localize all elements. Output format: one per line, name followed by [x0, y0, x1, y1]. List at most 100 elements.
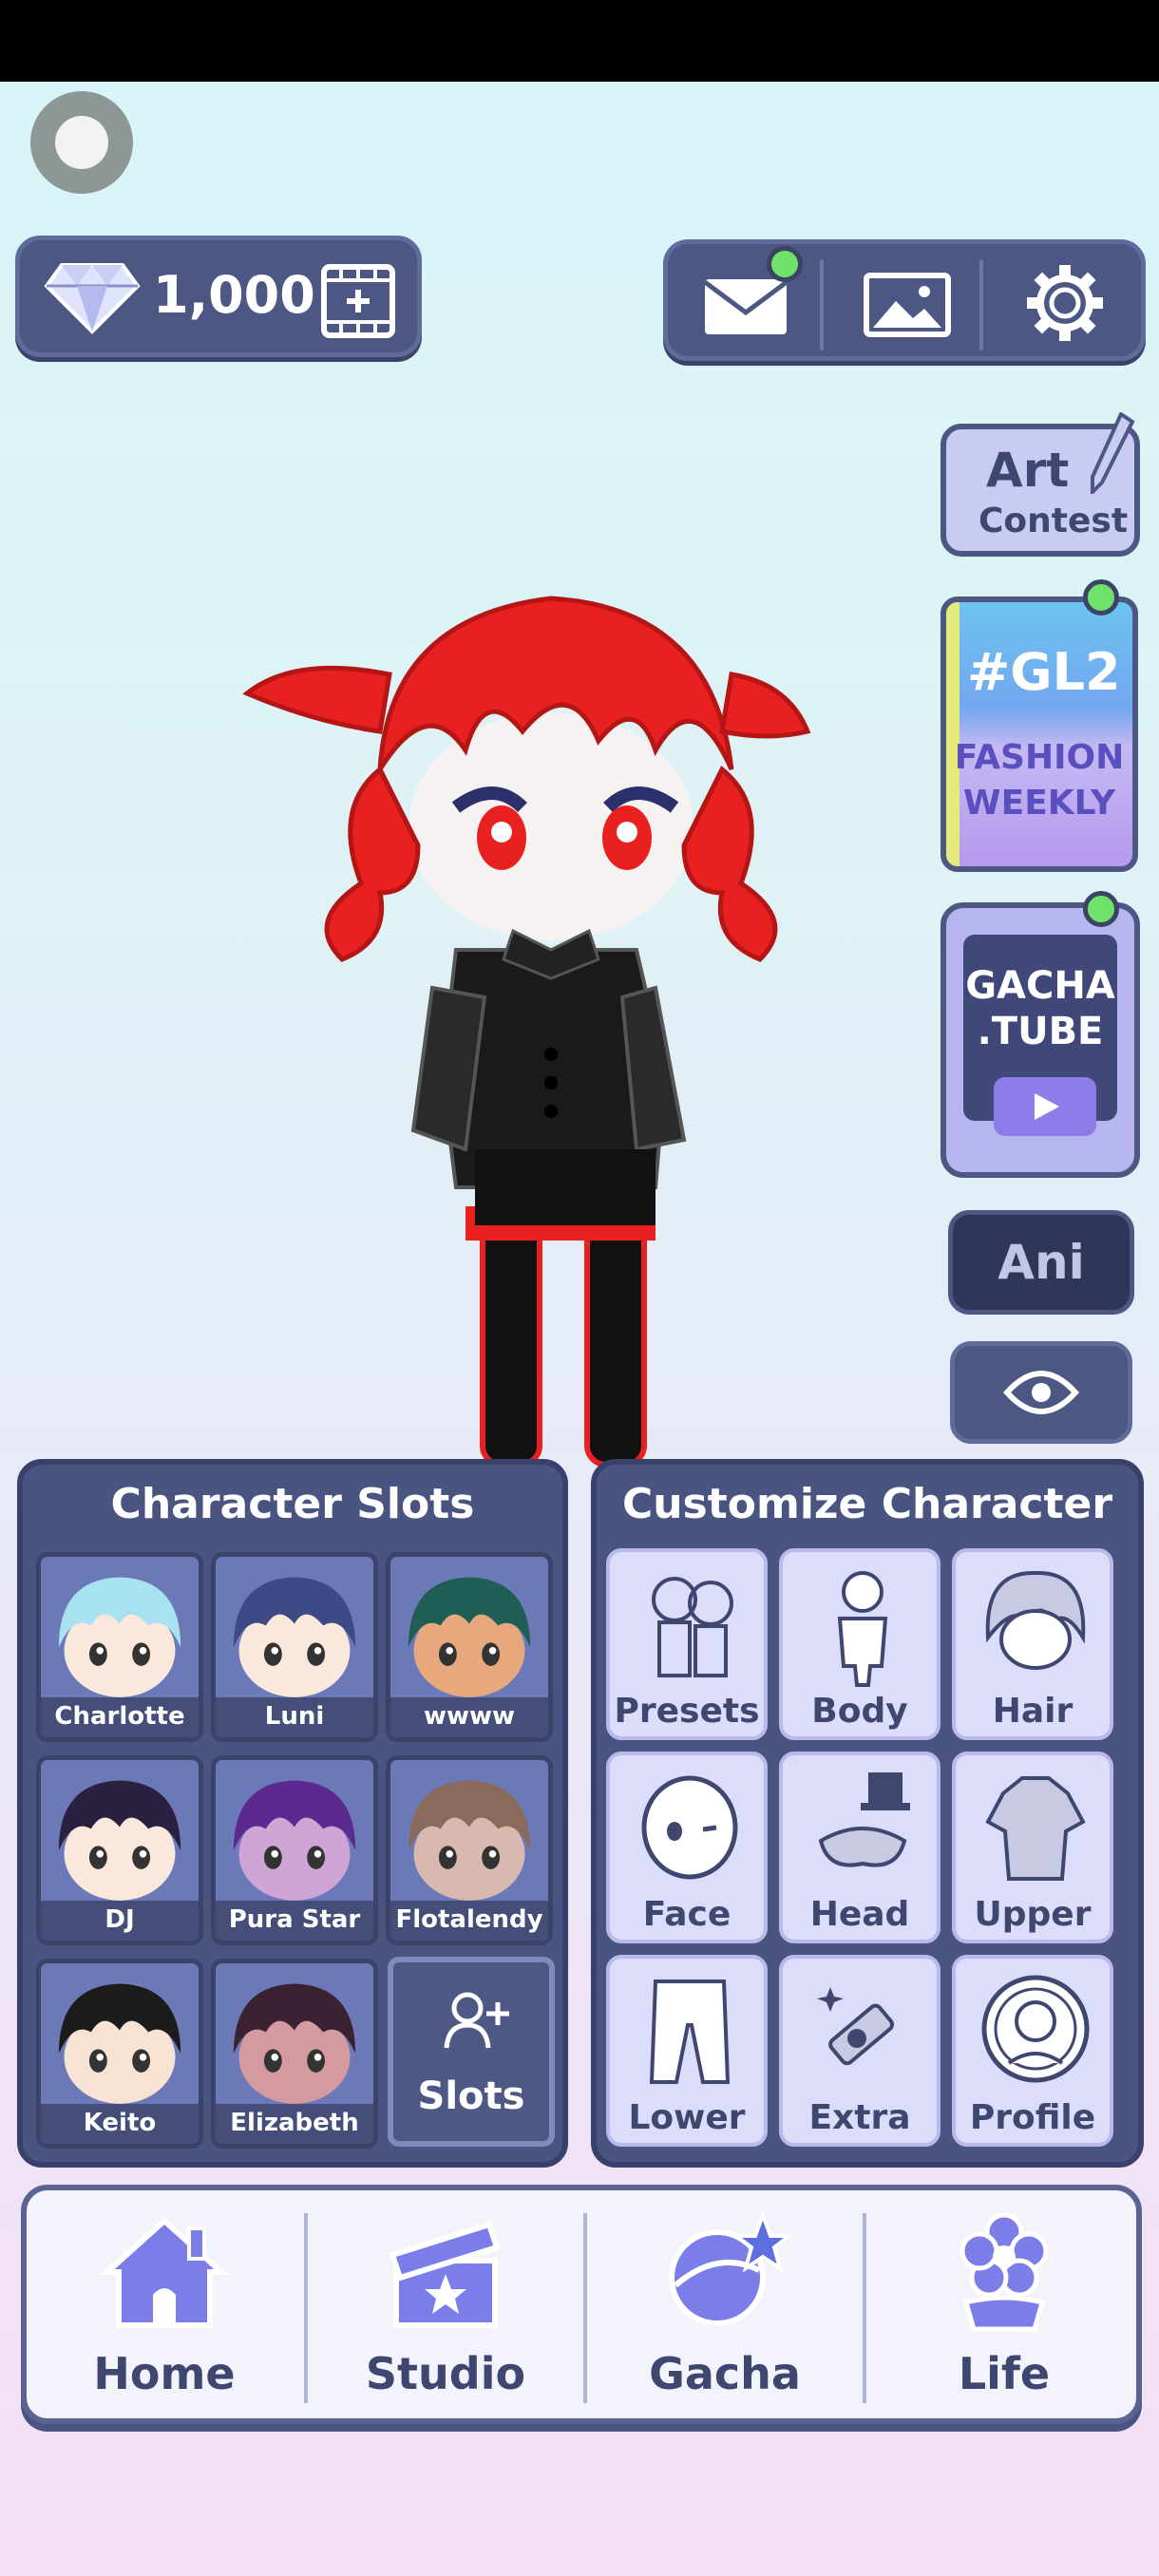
customize-head-button[interactable]: Head	[779, 1752, 940, 1943]
customize-label: Hair	[992, 1692, 1074, 1731]
tube-sublabel: .TUBE	[977, 1010, 1104, 1053]
customize-label: Extra	[808, 2098, 911, 2137]
nav-studio[interactable]: Studio	[308, 2190, 583, 2418]
mail-notification-dot	[767, 246, 803, 282]
add-slots-label: Slots	[417, 2074, 525, 2118]
character-slot[interactable]: wwww	[386, 1552, 553, 1742]
house-icon	[100, 2216, 229, 2328]
customize-presets-button[interactable]: Presets	[606, 1548, 768, 1740]
art-contest-sublabel: Contest	[978, 502, 1129, 540]
nav-home[interactable]: Home	[27, 2190, 302, 2418]
upper-icon	[985, 1776, 1086, 1881]
divider	[979, 259, 983, 350]
play-icon	[994, 1077, 1096, 1136]
nav-gacha-label: Gacha	[649, 2348, 801, 2399]
gem-counter-panel: 1,000	[15, 236, 422, 357]
tube-notification-dot	[1083, 891, 1119, 927]
nav-studio-label: Studio	[365, 2348, 526, 2399]
character-slot[interactable]: Luni	[211, 1552, 378, 1742]
flower-icon	[960, 2212, 1049, 2332]
animation-button[interactable]: Ani	[948, 1210, 1134, 1315]
gallery-icon[interactable]	[864, 273, 951, 337]
lower-icon	[649, 1979, 731, 2084]
customize-title: Customize Character	[621, 1480, 1113, 1528]
presets-icon	[652, 1577, 733, 1677]
nav-home-label: Home	[93, 2348, 236, 2399]
customize-label: Face	[642, 1895, 732, 1934]
art-contest-button[interactable]: Art Contest	[940, 412, 1140, 557]
extra-icon	[817, 1987, 895, 2066]
character-slot-name: Elizabeth	[216, 2104, 373, 2144]
divider	[820, 259, 824, 350]
face-icon	[641, 1775, 738, 1880]
character-slot[interactable]: Flotalendy	[386, 1755, 553, 1945]
character-avatar	[408, 1780, 531, 1901]
character-avatar	[408, 1577, 531, 1697]
character-avatar	[58, 1780, 181, 1901]
customize-profile-button[interactable]: Profile	[952, 1955, 1113, 2147]
character-slot-name: Flotalendy	[390, 1901, 548, 1941]
character-avatar	[233, 1983, 356, 2104]
customize-label: Presets	[614, 1692, 760, 1731]
gear-icon[interactable]	[1025, 263, 1105, 343]
head-icon	[818, 1772, 910, 1867]
clapperboard-icon	[389, 2221, 501, 2328]
customize-body-button[interactable]: Body	[779, 1548, 940, 1740]
art-contest-label: Art	[986, 443, 1070, 498]
add-gems-icon[interactable]	[320, 263, 396, 339]
character-slots-panel: Character Slots Charlotte Luni wwww DJ Phan…	[17, 1459, 568, 2168]
customize-label: Profile	[969, 2098, 1096, 2137]
customize-face-button[interactable]: Face	[606, 1752, 768, 1943]
fashion-weekly-button[interactable]: #GL2 FASHION WEEKLY	[940, 597, 1138, 872]
bottom-navigation: Home Studio Gacha Life	[21, 2185, 1142, 2424]
character-slot[interactable]: DJ Phantom	[36, 1755, 203, 1945]
character-slot-name: DJ Phantom	[41, 1901, 199, 1941]
nav-gacha[interactable]: Gacha	[587, 2190, 863, 2418]
customize-label: Lower	[628, 2098, 746, 2137]
character-preview	[242, 596, 811, 1468]
customize-label: Head	[809, 1895, 910, 1934]
fashion-notification-dot	[1083, 579, 1119, 616]
gacha-ball-icon	[669, 2211, 791, 2326]
customize-upper-button[interactable]: Upper	[952, 1752, 1113, 1943]
gl2-title: #GL2	[967, 642, 1121, 702]
character-avatar	[58, 1577, 181, 1697]
character-avatar	[58, 1983, 181, 2104]
character-slot-name: wwww	[390, 1697, 548, 1737]
nav-life-label: Life	[958, 2348, 1051, 2399]
character-slot-name: Charlotte	[41, 1697, 199, 1737]
customize-extra-button[interactable]: Extra	[779, 1955, 940, 2147]
character-slot[interactable]: Charlotte	[36, 1552, 203, 1742]
customize-character-panel: Customize Character Presets Body Hair Face H…	[591, 1459, 1144, 2168]
character-slot[interactable]: Elizabeth	[211, 1959, 378, 2149]
fashion-label: FASHION	[954, 738, 1125, 777]
pencil-icon	[1091, 412, 1135, 494]
record-button[interactable]	[30, 91, 133, 194]
customize-label: Body	[811, 1692, 908, 1731]
eye-toggle-button[interactable]	[950, 1341, 1132, 1444]
profile-icon	[981, 1975, 1090, 2083]
tube-label: GACHA	[965, 964, 1115, 1008]
character-slots-title: Character Slots	[110, 1480, 475, 1528]
customize-lower-button[interactable]: Lower	[606, 1955, 768, 2147]
gem-count: 1,000	[153, 265, 315, 325]
hair-icon	[985, 1570, 1086, 1670]
customize-hair-button[interactable]: Hair	[952, 1548, 1113, 1740]
add-user-icon	[444, 1992, 509, 2049]
add-slots-button[interactable]: Slots	[388, 1957, 555, 2147]
gacha-tube-button[interactable]: GACHA .TUBE	[940, 902, 1140, 1178]
character-slot-name: Pura Star	[216, 1901, 373, 1941]
character-slot-name: Luni	[216, 1697, 373, 1737]
customize-label: Upper	[974, 1895, 1092, 1934]
eye-icon	[1003, 1371, 1079, 1414]
character-slot[interactable]: Keito	[36, 1959, 203, 2149]
mail-icon[interactable]	[702, 276, 789, 337]
character-slot[interactable]: Pura Star	[211, 1755, 378, 1945]
weekly-label: WEEKLY	[962, 784, 1116, 823]
body-icon	[837, 1571, 888, 1687]
top-right-toolbar	[663, 239, 1146, 361]
status-bar	[0, 0, 1159, 82]
character-avatar	[233, 1577, 356, 1697]
nav-life[interactable]: Life	[866, 2190, 1142, 2418]
diamond-icon	[44, 263, 141, 334]
